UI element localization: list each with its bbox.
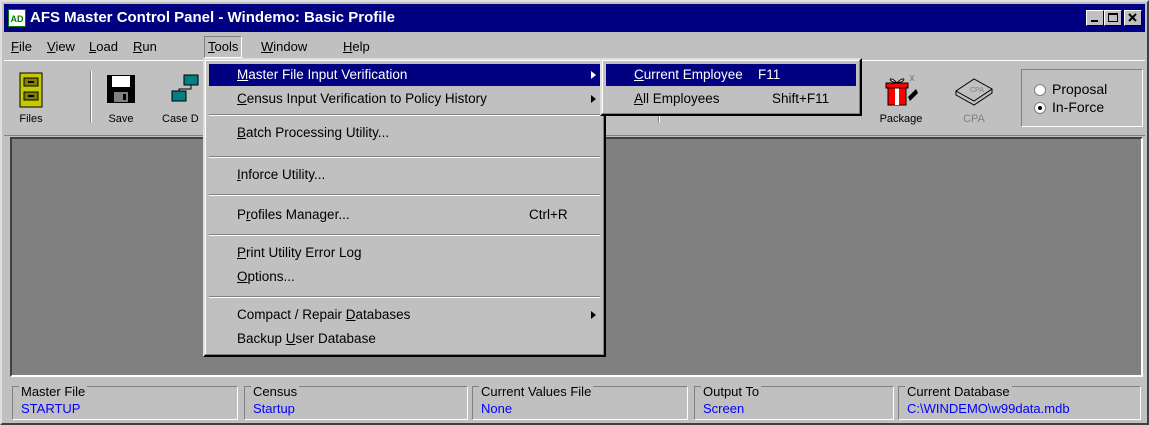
title-bar[interactable]: AD AFS Master Control Panel - Windemo: B… [4,4,1145,32]
menu-separator [209,156,600,158]
master-file-value: STARTUP [21,401,81,416]
proposal-radio[interactable]: Proposal [1034,80,1107,98]
svg-text:CPA: CPA [970,87,984,94]
menu-separator [209,234,600,236]
census-value: Startup [253,401,295,416]
case-design-button[interactable]: Case D [154,69,210,127]
menu-inforce-utility[interactable]: Inforce Utility... [209,164,600,186]
inforce-radio[interactable]: In-Force [1034,98,1104,116]
menu-master-file-input-verification[interactable]: Master File Input Verification [209,64,600,86]
network-icon [171,74,199,102]
menu-batch-processing-utility[interactable]: Batch Processing Utility... [209,122,600,144]
submenu-arrow-icon [591,311,596,319]
window-title: AFS Master Control Panel - Windemo: Basi… [30,9,395,26]
maximize-button[interactable] [1104,10,1122,26]
menu-file[interactable]: File [8,37,35,57]
status-current-database: Current Database C:\WINDEMO\w99data.mdb [898,385,1141,420]
mode-radio-group: Proposal In-Force [1021,69,1143,127]
package-button[interactable]: Package [870,69,932,127]
menu-backup-user-database[interactable]: Backup User Database [209,328,600,350]
cpa-label: CPA [963,113,985,125]
profiles-shortcut: Ctrl+R [529,207,568,222]
tools-menu: Master File Input Verification Census In… [203,58,606,357]
submenu-arrow-icon [591,95,596,103]
save-label: Save [108,113,134,125]
menu-run[interactable]: Run [130,37,160,57]
file-cabinet-icon [19,72,43,108]
files-button[interactable]: Files [8,69,54,127]
current-values-value: None [481,401,513,416]
toolbar-separator [90,71,92,123]
radio-off-icon [1034,84,1046,97]
close-button[interactable] [1124,10,1142,26]
gift-package-icon [885,74,918,106]
minimize-button[interactable] [1086,10,1104,26]
menu-compact-repair-databases[interactable]: Compact / Repair Databases [209,304,600,326]
menu-separator [209,194,600,196]
minimize-icon [1091,20,1098,22]
status-master-file: Master File STARTUP [12,385,238,420]
book-icon: CPA [955,78,993,106]
all-employees-shortcut: Shift+F11 [772,91,830,106]
floppy-disk-icon [107,75,135,103]
menu-tools[interactable]: Tools [204,36,243,58]
radio-on-icon [1034,102,1046,115]
menu-separator [209,114,600,116]
menu-separator [209,296,600,298]
submenu-arrow-icon [591,71,596,79]
output-to-value: Screen [703,401,745,416]
status-output-to: Output To Screen [694,385,894,420]
menu-window[interactable]: Window [258,37,310,57]
menu-options[interactable]: Options... [209,266,600,288]
status-census: Census Startup [244,385,468,420]
app-icon[interactable]: AD [8,9,26,27]
maximize-icon [1108,13,1118,22]
menu-all-employees[interactable]: All Employees Shift+F11 [606,88,856,110]
menu-bar: File View Load Run Tools Window Help [4,34,1145,58]
current-database-value: C:\WINDEMO\w99data.mdb [907,401,1070,416]
package-label: Package [879,113,923,125]
menu-census-input-verification[interactable]: Census Input Verification to Policy Hist… [209,88,600,110]
save-button[interactable]: Save [96,69,146,127]
files-label: Files [19,113,43,125]
master-file-submenu: Current Employee F11 All Employees Shift… [600,58,862,116]
menu-load[interactable]: Load [86,37,121,57]
menu-view[interactable]: View [44,37,78,57]
status-bar: Master File STARTUP Census Startup Curre… [10,382,1143,422]
menu-current-employee[interactable]: Current Employee F11 [606,64,856,86]
menu-print-utility-error-log[interactable]: Print Utility Error Log [209,242,600,264]
current-employee-shortcut: F11 [758,67,781,82]
close-icon [1128,13,1137,22]
menu-profiles-manager[interactable]: Profiles Manager... Ctrl+R [209,204,600,226]
cpa-button[interactable]: CPA CPA [944,69,1004,127]
status-current-values: Current Values File None [472,385,688,420]
menu-help[interactable]: Help [340,37,373,57]
